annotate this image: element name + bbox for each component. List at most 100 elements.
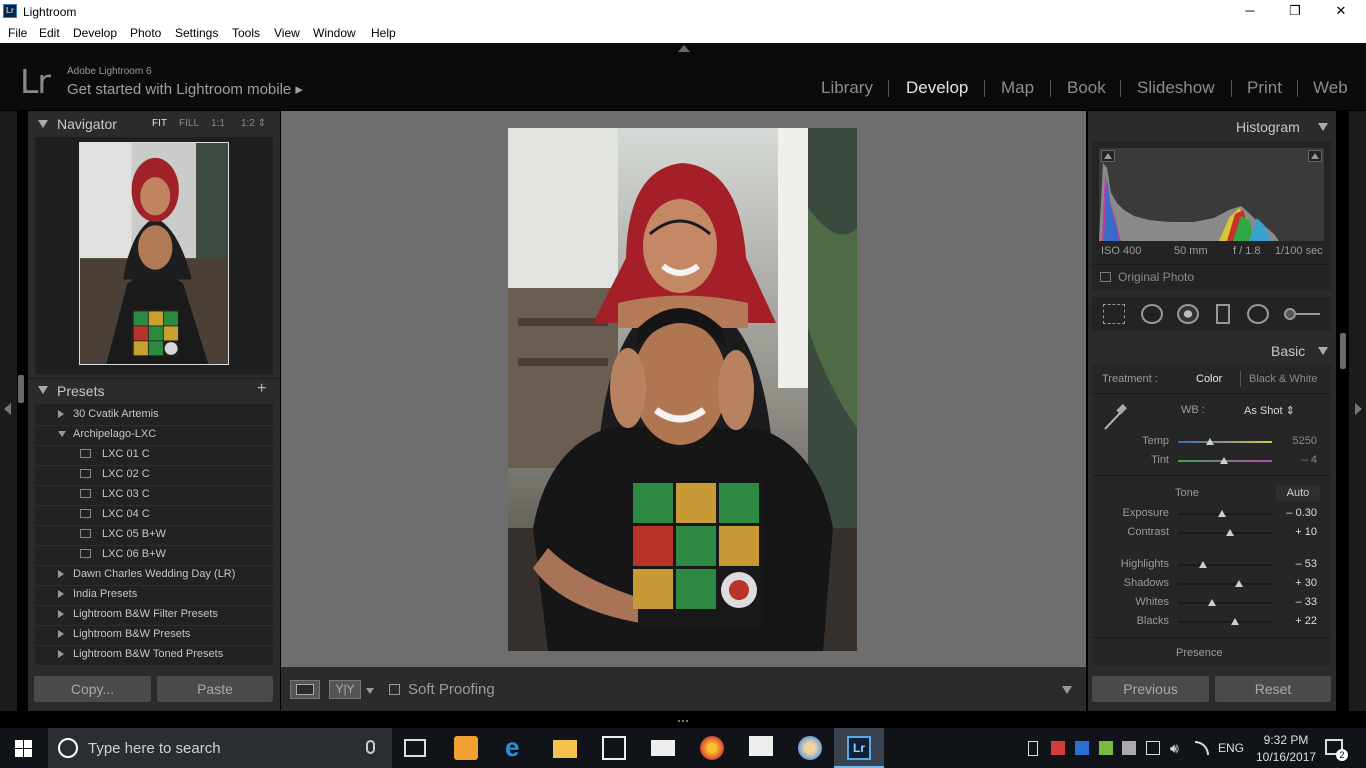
radial-filter-icon[interactable] <box>1247 304 1269 324</box>
original-photo-checkbox[interactable] <box>1100 272 1111 282</box>
paste-button[interactable]: Paste <box>157 676 273 702</box>
tray-icon-4[interactable] <box>1099 741 1113 755</box>
slider-track[interactable] <box>1178 441 1272 443</box>
edge-browser-icon[interactable]: e <box>505 734 529 760</box>
task-view-icon[interactable] <box>404 739 426 757</box>
module-web[interactable]: Web <box>1313 78 1348 98</box>
right-panel-scrollbar[interactable] <box>1340 333 1346 369</box>
file-explorer-icon[interactable] <box>553 740 577 758</box>
treatment-black-white[interactable]: Black & White <box>1249 373 1317 385</box>
folder-collapsed-icon[interactable] <box>58 650 64 658</box>
module-library[interactable]: Library <box>821 78 873 98</box>
maximize-button[interactable]: ❐ <box>1272 0 1318 23</box>
menu-edit[interactable]: Edit <box>39 26 60 40</box>
zoom-1-1[interactable]: 1:1 <box>211 118 225 129</box>
module-develop[interactable]: Develop <box>906 78 968 98</box>
minimize-button[interactable]: ─ <box>1227 0 1273 23</box>
loupe-view-button[interactable] <box>290 680 320 699</box>
menu-help[interactable]: Help <box>371 26 396 40</box>
slider-track[interactable] <box>1178 564 1272 566</box>
navigator-collapse-icon[interactable] <box>38 120 48 128</box>
navigator-thumbnail[interactable] <box>79 142 229 365</box>
compare-dropdown-icon[interactable] <box>366 688 374 694</box>
collapse-right-arrow-icon[interactable] <box>1355 403 1362 415</box>
store-icon[interactable] <box>602 736 626 760</box>
folder-collapsed-icon[interactable] <box>58 410 64 418</box>
photos-icon[interactable] <box>749 736 773 756</box>
slider-thumb[interactable] <box>1207 599 1216 606</box>
slider-thumb[interactable] <box>1220 457 1229 464</box>
zoom-fit[interactable]: FIT <box>152 118 167 129</box>
main-photo[interactable] <box>508 128 857 651</box>
highlight-clipping-icon[interactable] <box>1308 150 1322 162</box>
menu-view[interactable]: View <box>274 26 300 40</box>
module-book[interactable]: Book <box>1067 78 1106 98</box>
folder-collapsed-icon[interactable] <box>58 590 64 598</box>
clock-time[interactable]: 9:32 PM <box>1261 733 1311 747</box>
folder-collapsed-icon[interactable] <box>58 570 64 578</box>
preset-item[interactable] <box>35 486 273 506</box>
preset-item[interactable] <box>35 506 273 526</box>
adjustment-brush-icon[interactable] <box>1284 308 1296 320</box>
menu-photo[interactable]: Photo <box>130 26 161 40</box>
zoom-1-2[interactable]: 1:2 ⇕ <box>241 118 266 129</box>
auto-tone-button[interactable]: Auto <box>1276 485 1320 501</box>
red-eye-icon[interactable] <box>1177 304 1199 324</box>
wb-select[interactable]: As Shot ⇕ <box>1244 404 1295 417</box>
firefox-icon[interactable] <box>700 736 724 760</box>
tray-icon-6[interactable] <box>1146 741 1160 755</box>
graduated-filter-icon[interactable] <box>1216 304 1230 324</box>
menu-settings[interactable]: Settings <box>175 26 218 40</box>
slider-value[interactable]: + 10 <box>1277 526 1317 538</box>
spot-removal-icon[interactable] <box>1141 304 1163 324</box>
slider-value[interactable]: 5250 <box>1277 435 1317 447</box>
menu-tools[interactable]: Tools <box>232 26 260 40</box>
slider-value[interactable]: + 30 <box>1277 577 1317 589</box>
lightroom-taskbar-icon[interactable]: Lr <box>847 736 871 760</box>
histogram-graph[interactable] <box>1099 148 1324 241</box>
slider-track[interactable] <box>1178 602 1272 604</box>
folder-collapsed-icon[interactable] <box>58 610 64 618</box>
reset-button[interactable]: Reset <box>1215 676 1331 702</box>
filmstrip-toggle-icon[interactable] <box>678 716 688 722</box>
menu-develop[interactable]: Develop <box>73 26 117 40</box>
basic-collapse-icon[interactable] <box>1318 347 1328 355</box>
tray-icon-3[interactable] <box>1075 741 1089 755</box>
slider-thumb[interactable] <box>1205 438 1214 445</box>
folder-collapsed-icon[interactable] <box>58 630 64 638</box>
presets-collapse-icon[interactable] <box>38 386 48 394</box>
module-map[interactable]: Map <box>1001 78 1034 98</box>
preset-item[interactable] <box>35 466 273 486</box>
zoom-fill[interactable]: FILL <box>179 118 199 129</box>
paint-icon[interactable] <box>798 736 822 760</box>
slider-thumb[interactable] <box>1231 618 1240 625</box>
clock-date[interactable]: 10/16/2017 <box>1256 750 1316 764</box>
menu-file[interactable]: File <box>8 26 27 40</box>
left-panel-scrollbar[interactable] <box>18 375 24 403</box>
shadow-clipping-icon[interactable] <box>1101 150 1115 162</box>
add-preset-icon[interactable]: + <box>257 380 266 398</box>
slider-value[interactable]: + 22 <box>1277 615 1317 627</box>
slider-thumb[interactable] <box>1218 510 1227 517</box>
preset-item[interactable] <box>35 446 273 466</box>
microphone-icon[interactable] <box>366 740 375 754</box>
windows-start-icon[interactable] <box>15 740 32 757</box>
slider-value[interactable]: – 53 <box>1277 558 1317 570</box>
tray-icon-1[interactable] <box>1028 741 1038 756</box>
slider-track[interactable] <box>1178 583 1272 585</box>
language-indicator[interactable]: ENG <box>1218 741 1244 755</box>
treatment-color[interactable]: Color <box>1196 373 1222 385</box>
slider-value[interactable]: – 4 <box>1277 454 1317 466</box>
slider-track[interactable] <box>1178 621 1272 623</box>
crop-tool-icon[interactable] <box>1103 304 1125 324</box>
toolbar-menu-icon[interactable] <box>1062 686 1072 694</box>
preset-folder[interactable] <box>35 586 273 606</box>
module-print[interactable]: Print <box>1247 78 1282 98</box>
previous-button[interactable]: Previous <box>1092 676 1209 702</box>
slider-thumb[interactable] <box>1225 529 1234 536</box>
menu-window[interactable]: Window <box>313 26 356 40</box>
folder-expanded-icon[interactable] <box>58 431 66 437</box>
slider-thumb[interactable] <box>1199 561 1208 568</box>
collapse-top-arrow-icon[interactable] <box>678 45 690 52</box>
tray-icon-2[interactable] <box>1051 741 1065 755</box>
